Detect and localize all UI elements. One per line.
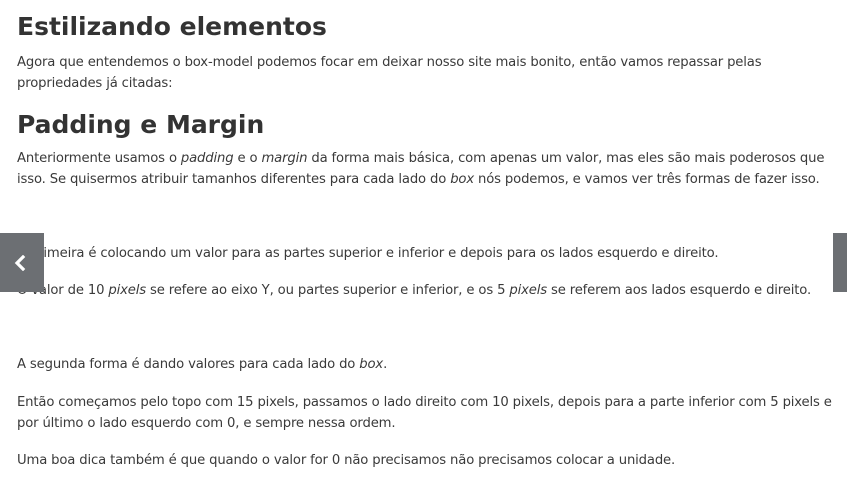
next-page-button[interactable] xyxy=(833,233,847,292)
paragraph-first-form: A primeira é colocando um valor para as … xyxy=(17,246,719,261)
intro-paragraph: Agora que entendemos o box-model podemos… xyxy=(17,55,762,91)
previous-page-button[interactable] xyxy=(0,233,44,292)
paragraph-second-form-explanation: Então começamos pelo topo com 15 pixels,… xyxy=(17,395,832,431)
section-title-styling: Estilizando elementos xyxy=(17,12,327,41)
paragraph-second-form: A segunda forma é dando valores para cad… xyxy=(17,357,388,372)
section-title-padding-margin: Padding e Margin xyxy=(17,110,265,139)
paragraph-padding-margin-intro: Anteriormente usamos o padding e o margi… xyxy=(17,151,825,187)
chevron-left-icon xyxy=(14,255,26,271)
paragraph-first-form-explanation: O valor de 10 pixels se refere ao eixo Y… xyxy=(17,283,812,298)
paragraph-tip: Uma boa dica também é que quando o valor… xyxy=(17,453,676,468)
